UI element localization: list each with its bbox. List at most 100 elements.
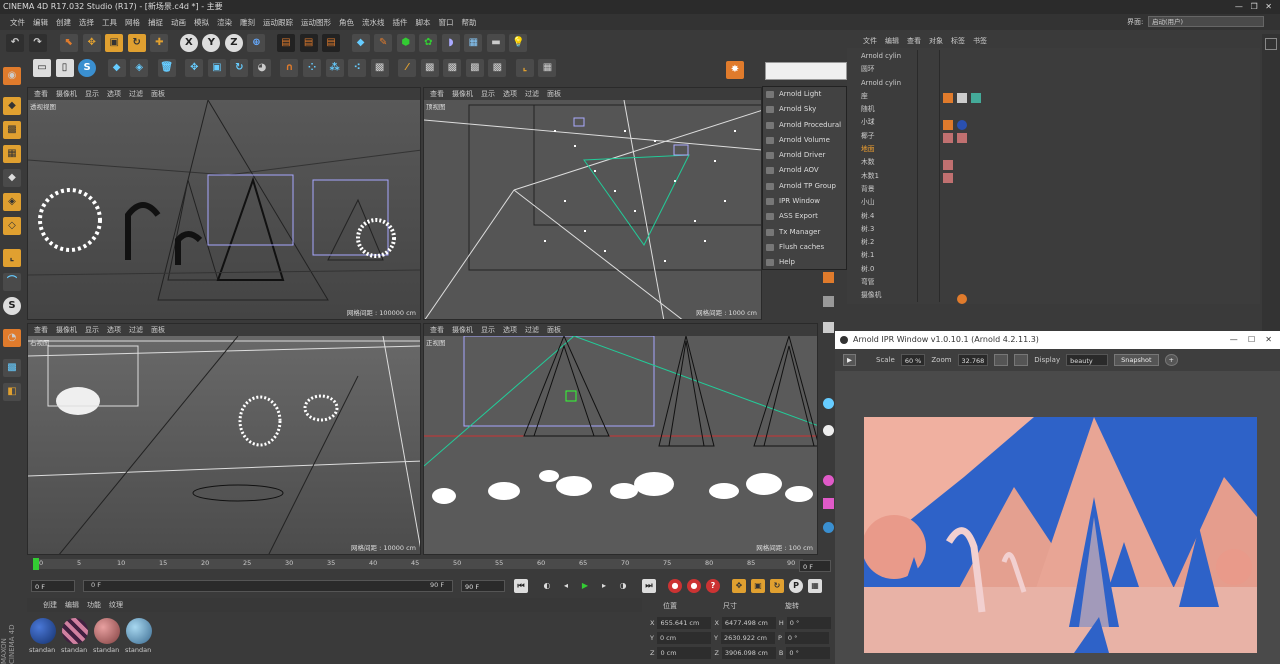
viewport-menu-item[interactable]: 选项: [503, 324, 517, 336]
document-icon[interactable]: ▯: [55, 59, 74, 77]
object-row[interactable]: 椰子: [847, 130, 1260, 143]
snap-left-icon[interactable]: S: [3, 297, 21, 315]
display-select[interactable]: beauty: [1066, 354, 1109, 366]
position-y-field[interactable]: 0 cm: [656, 632, 711, 644]
checker-1-icon[interactable]: ▩: [420, 59, 439, 77]
menu-item[interactable]: 运动跟踪: [259, 17, 297, 28]
menu-item[interactable]: 窗口: [435, 17, 458, 28]
object-row[interactable]: 木数: [847, 156, 1260, 169]
arnold-menu-item[interactable]: Arnold Sky: [763, 102, 846, 117]
go-start-icon[interactable]: ⏮: [514, 579, 528, 593]
strip-icon[interactable]: [823, 498, 834, 509]
rotate-icon[interactable]: ↻: [127, 34, 146, 52]
viewport-menu-item[interactable]: 过滤: [129, 88, 143, 100]
scale-icon[interactable]: ▣: [105, 34, 124, 52]
material-tag-icon[interactable]: [943, 173, 953, 183]
object-row[interactable]: 树.1: [847, 249, 1260, 262]
x-axis-icon[interactable]: X: [179, 34, 198, 52]
strip-icon[interactable]: [823, 475, 834, 486]
viewport-menu-item[interactable]: 摄像机: [56, 324, 77, 336]
menu-item[interactable]: 文件: [6, 17, 29, 28]
material-tag-icon[interactable]: [957, 133, 967, 143]
viewport-menu-item[interactable]: 查看: [430, 324, 444, 336]
checker-4-icon[interactable]: ▩: [488, 59, 507, 77]
size-z-field[interactable]: 3906.098 cm: [721, 647, 776, 659]
tag-icon[interactable]: [957, 93, 967, 103]
menu-item[interactable]: 角色: [335, 17, 358, 28]
object-row-selected[interactable]: 地面: [847, 143, 1260, 156]
strip-icon[interactable]: [823, 296, 834, 307]
strip-icon[interactable]: [823, 322, 834, 333]
viewport-menu-item[interactable]: 过滤: [129, 324, 143, 336]
magnet-icon[interactable]: ∩: [280, 59, 299, 77]
key-move-icon[interactable]: ✥: [732, 579, 746, 593]
checker-2-icon[interactable]: ▩: [443, 59, 462, 77]
render-view-icon[interactable]: ▤: [277, 34, 296, 52]
y-axis-icon[interactable]: Y: [202, 34, 221, 52]
move-tool-icon[interactable]: ✥: [185, 59, 204, 77]
viewport-menu-item[interactable]: 显示: [85, 324, 99, 336]
knife-icon[interactable]: ⁄: [398, 59, 417, 77]
next-frame-icon[interactable]: ▸: [597, 579, 611, 593]
om-menu-item[interactable]: 书签: [973, 34, 987, 48]
object-mode-icon[interactable]: ◆: [107, 59, 126, 77]
object-row[interactable]: 小山: [847, 196, 1260, 209]
arnold-menu-item[interactable]: Help: [763, 255, 846, 270]
arnold-menu-item[interactable]: Arnold Light: [763, 87, 846, 102]
axis-mode-icon[interactable]: ⌞: [3, 249, 21, 267]
move-icon[interactable]: ✥: [82, 34, 101, 52]
snapshot-button[interactable]: Snapshot: [1114, 354, 1159, 366]
material-swatch[interactable]: [30, 618, 56, 644]
menu-item[interactable]: 工具: [98, 17, 121, 28]
current-frame-field[interactable]: 0 F: [799, 560, 831, 572]
zoom-field[interactable]: 32.768: [957, 354, 989, 366]
viewport-menu-item[interactable]: 查看: [34, 88, 48, 100]
arnold-menu-item[interactable]: IPR Window: [763, 194, 846, 209]
range-slider[interactable]: [83, 580, 453, 592]
workplane-icon[interactable]: ▦: [538, 59, 557, 77]
deformer-icon[interactable]: ◗: [441, 34, 460, 52]
tag-icon[interactable]: [943, 93, 953, 103]
delete-icon[interactable]: 🗑: [157, 59, 176, 77]
edge-mode-icon[interactable]: ◈: [3, 193, 21, 211]
prev-frame-icon[interactable]: ◂: [559, 579, 573, 593]
arnold-menu-item[interactable]: Flush caches: [763, 240, 846, 255]
cloner-icon[interactable]: ✿: [419, 34, 438, 52]
menu-item[interactable]: 编辑: [29, 17, 52, 28]
material-menu-item[interactable]: 纹理: [109, 598, 123, 612]
arnold-menu-item[interactable]: ASS Export: [763, 209, 846, 224]
subdivision-icon[interactable]: ⬢: [396, 34, 415, 52]
om-menu-item[interactable]: 对象: [929, 34, 943, 48]
key-pla-icon[interactable]: ▦: [808, 579, 822, 593]
viewport-menu-item[interactable]: 选项: [107, 324, 121, 336]
checker-3-icon[interactable]: ▩: [465, 59, 484, 77]
viewport-menu-item[interactable]: 过滤: [525, 324, 539, 336]
viewport-menu-item[interactable]: 显示: [481, 88, 495, 100]
menu-item[interactable]: 模拟: [190, 17, 213, 28]
scale-field[interactable]: 60 %: [900, 354, 926, 366]
om-menu-item[interactable]: 标签: [951, 34, 965, 48]
viewport-front[interactable]: 查看 摄像机 显示 选项 过滤 面板 正视图 网格间距 : 100 cm: [423, 323, 818, 555]
scale-tool-icon[interactable]: ▣: [207, 59, 226, 77]
strip-icon[interactable]: [823, 398, 834, 409]
object-row[interactable]: 弯管: [847, 276, 1260, 289]
viewport-menu-item[interactable]: 选项: [503, 88, 517, 100]
strip-icon[interactable]: [823, 522, 834, 533]
make-editable-icon[interactable]: ◉: [3, 67, 21, 85]
uv-icon[interactable]: ▩: [370, 59, 389, 77]
rotation-p-field[interactable]: 0 °: [784, 632, 829, 644]
scene-icon[interactable]: ▦: [464, 34, 483, 52]
material-swatch[interactable]: [62, 618, 88, 644]
key-rotate-icon[interactable]: ↻: [770, 579, 784, 593]
crop-button[interactable]: [1014, 354, 1029, 366]
menu-item[interactable]: 运动图形: [297, 17, 335, 28]
menu-item[interactable]: 脚本: [412, 17, 435, 28]
menu-item[interactable]: 雕刻: [236, 17, 259, 28]
keyframe-icon[interactable]: ?: [706, 579, 720, 593]
layout-icon[interactable]: [1265, 38, 1277, 50]
axis-icon[interactable]: ⌞: [515, 59, 534, 77]
select-icon[interactable]: ⬉: [60, 34, 79, 52]
viewport-right[interactable]: 查看 摄像机 显示 选项 过滤 面板 右视图 网格间距 : 10000 cm: [27, 323, 421, 555]
menu-item[interactable]: 创建: [52, 17, 75, 28]
menu-item[interactable]: 动画: [167, 17, 190, 28]
